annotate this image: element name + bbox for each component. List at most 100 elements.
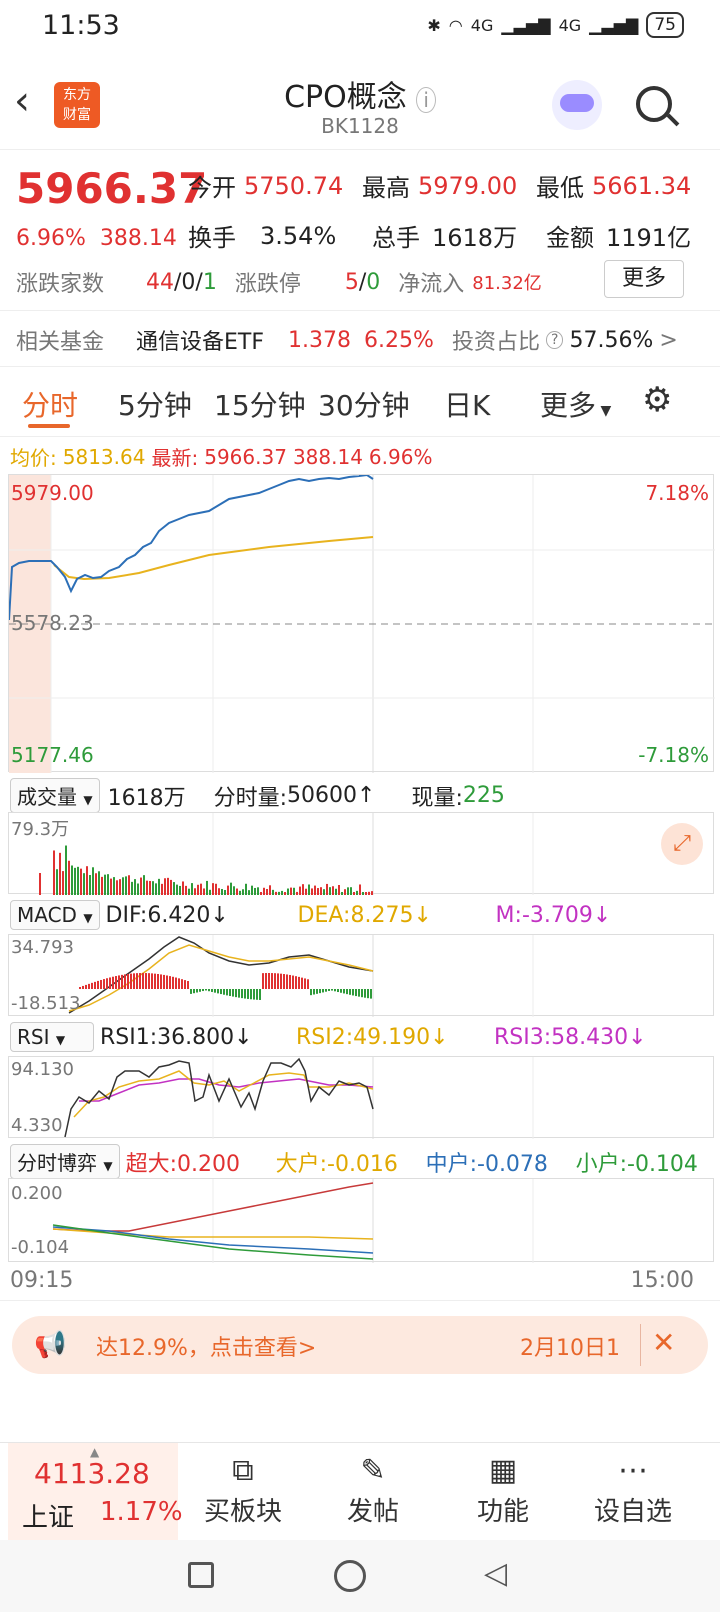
price-max-label: 5979.00	[11, 481, 94, 505]
status-icons: ✱ ◠ 4G ▁▃▅▇ 4G ▁▃▅▇ 75	[427, 12, 684, 38]
quote-row-2: 换手 3.54% 总手 1618万 金额 1191亿	[188, 218, 691, 253]
macd-min-label: -18.513	[11, 993, 81, 1014]
tab-15min[interactable]: 15分钟	[214, 384, 306, 424]
news-banner[interactable]: 📢 达12.9%，点击查看> 2月10日1 ✕	[12, 1316, 708, 1374]
volume-indicator-select[interactable]: 成交量 ▼	[10, 778, 100, 813]
volume-total: 1618万	[107, 785, 186, 811]
rsi-chart[interactable]: 94.130 4.330	[8, 1056, 714, 1139]
macd-indicator-select[interactable]: MACD ▼	[10, 900, 100, 930]
nav-label: 设自选	[593, 1497, 672, 1527]
macd-header: MACD ▼ DIF:6.420↓ DEA:8.275↓ M:-3.709↓	[10, 900, 611, 930]
inflow-label: 净流入	[398, 272, 465, 297]
robot-avatar-icon[interactable]	[552, 80, 602, 130]
tab-more[interactable]: 更多 ▼	[540, 384, 611, 424]
back-nav-icon[interactable]: ◁	[484, 1556, 507, 1591]
rsi-max-label: 94.130	[11, 1059, 74, 1080]
caret-down-icon: ▼	[83, 793, 93, 807]
help-icon[interactable]: ?	[546, 331, 564, 349]
fund-name: 通信设备ETF	[136, 330, 264, 355]
close-icon[interactable]: ✕	[652, 1326, 675, 1359]
quote-row-1: 今开 5750.74 最高 5979.00 最低 5661.34	[188, 168, 691, 203]
tab-intraday[interactable]: 分时	[22, 384, 78, 424]
breadth-label: 涨跌家数	[16, 272, 105, 297]
index-value: 4113.28	[34, 1457, 150, 1490]
last-change: 388.14	[292, 444, 363, 469]
caret-down-icon: ▼	[596, 403, 612, 419]
macd-dif: DIF:6.420↓	[105, 902, 229, 928]
axis-start-time: 09:15	[10, 1268, 74, 1293]
macd-max-label: 34.793	[11, 937, 74, 958]
network-label-2: 4G	[558, 15, 582, 35]
open-value: 5750.74	[244, 171, 344, 200]
page-title: CPO概念 i	[0, 72, 720, 116]
rsi3-value: RSI3:58.430	[494, 1024, 629, 1050]
grid-icon: ▦	[488, 1453, 518, 1488]
nav-label: 功能	[476, 1497, 529, 1527]
inflow-value: 81.32亿	[472, 273, 542, 294]
tab-indicator	[28, 424, 70, 428]
settings-gear-icon[interactable]: ⚙	[642, 380, 672, 420]
fund-price: 1.378	[288, 327, 351, 353]
rsi3: RSI3:58.430↓	[494, 1024, 647, 1050]
game-super-large: 超大:0.200	[125, 1151, 240, 1177]
volume-label: 总手	[372, 224, 420, 252]
macd-chart[interactable]: 34.793 -18.513	[8, 934, 714, 1017]
game-indicator-select[interactable]: 分时博弈 ▼	[10, 1144, 120, 1179]
nav-label: 买板块	[203, 1497, 282, 1527]
rsi-indicator-select[interactable]: RSI ▼	[10, 1022, 94, 1052]
expand-icon[interactable]: ⤢	[661, 823, 703, 865]
game-medium: 中户:-0.078	[425, 1151, 548, 1177]
rsi-select-label: RSI	[17, 1025, 50, 1049]
limit-label: 涨跌停	[234, 272, 301, 297]
game-chart[interactable]: 0.200 -0.104	[8, 1178, 714, 1263]
tab-5min[interactable]: 5分钟	[118, 384, 192, 424]
volume-select-label: 成交量	[17, 785, 77, 809]
game-plot	[52, 1179, 534, 1263]
wifi-icon: ◠	[448, 15, 463, 35]
macd-select-label: MACD	[17, 903, 77, 927]
network-label-1: 4G	[470, 15, 494, 35]
price-chart[interactable]: 5979.00 5578.23 5177.46 7.18% -7.18%	[8, 474, 715, 773]
tick-volume-label: 分时量:	[213, 785, 288, 811]
tab-30min[interactable]: 30分钟	[318, 384, 410, 424]
nav-add-watchlist[interactable]: ⋯ 设自选	[578, 1451, 688, 1528]
tab-daily-k[interactable]: 日K	[444, 384, 490, 424]
index-name: 上证	[22, 1503, 75, 1533]
pct-max-label: 7.18%	[645, 481, 709, 505]
nav-post[interactable]: ✎ 发帖	[318, 1451, 428, 1528]
nav-buy-board[interactable]: ⧉ 买板块	[188, 1451, 298, 1528]
more-button[interactable]: 更多	[604, 260, 684, 298]
volume-chart[interactable]: 79.3万 ⤢	[8, 812, 714, 895]
rsi2: RSI2:49.190↓	[296, 1024, 449, 1050]
home-icon[interactable]	[334, 1560, 366, 1592]
game-select-label: 分时博弈	[17, 1151, 97, 1175]
caret-down-icon: ▼	[83, 911, 93, 925]
recent-apps-icon[interactable]	[188, 1562, 214, 1588]
nav-label: 发帖	[346, 1497, 399, 1527]
high-label: 最高	[362, 174, 410, 202]
info-icon[interactable]: i	[416, 87, 436, 113]
related-fund-row[interactable]: 相关基金 通信设备ETF 1.378 6.25% 投资占比 ? 57.56% >	[16, 324, 678, 356]
turnover-value: 3.54%	[260, 221, 337, 250]
clock: 11:53	[42, 10, 120, 41]
breadth-down: 1	[202, 269, 217, 295]
fund-label: 相关基金	[16, 330, 105, 355]
rsi-header: RSI ▼ RSI1:36.800↓ RSI2:49.190↓ RSI3:58.…	[10, 1022, 647, 1052]
rsi1: RSI1:36.800↓	[100, 1024, 253, 1050]
edit-icon: ✎	[360, 1453, 386, 1488]
index-ticker[interactable]: ▲ 4113.28 上证 1.17%	[8, 1443, 183, 1541]
rsi1-value: RSI1:36.800	[100, 1024, 235, 1050]
open-label: 今开	[188, 174, 236, 202]
turnover-label: 换手	[188, 224, 236, 252]
price-mid-label: 5578.23	[11, 611, 94, 635]
price-change: 6.96% 388.14	[16, 226, 177, 251]
last-value: 5966.37	[204, 444, 287, 469]
bottom-nav: ▲ 4113.28 上证 1.17% ⧉ 买板块 ✎ 发帖 ▦ 功能 ⋯ 设自选	[0, 1442, 720, 1541]
megaphone-icon: 📢	[34, 1330, 67, 1360]
banner-text: 达12.9%，点击查看>	[96, 1336, 317, 1361]
price-min-label: 5177.46	[11, 743, 94, 767]
signal-icon: ▁▃▅▇	[589, 15, 639, 35]
macd-plot	[68, 935, 534, 1017]
macd-dif-value: DIF:6.420	[105, 902, 211, 928]
nav-functions[interactable]: ▦ 功能	[448, 1451, 558, 1528]
